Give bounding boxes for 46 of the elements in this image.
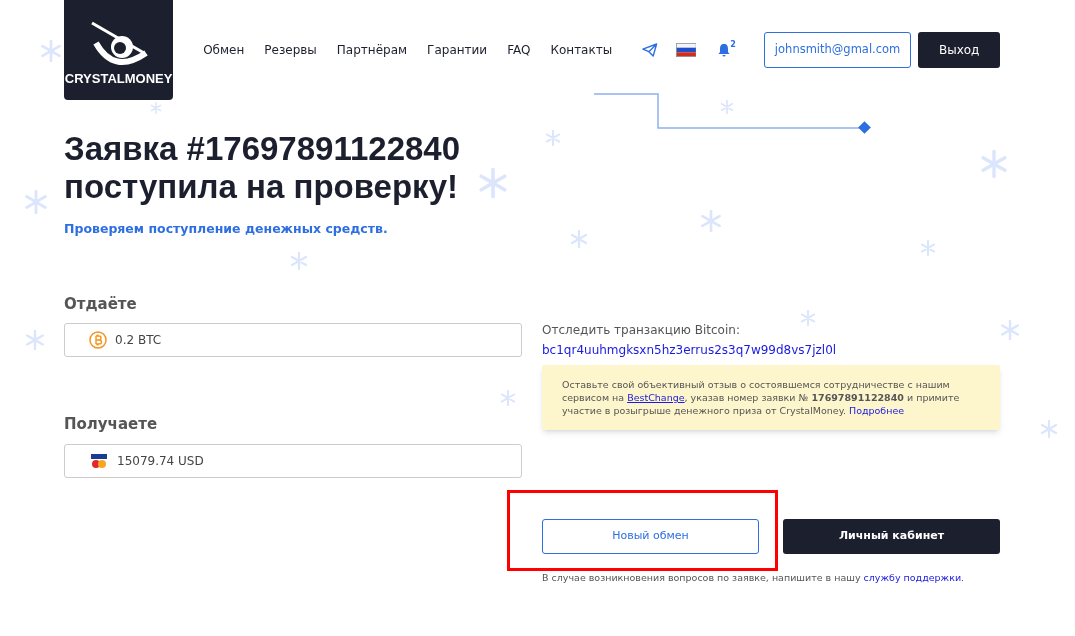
snowflake-icon xyxy=(1040,420,1058,438)
snowflake-icon xyxy=(545,130,561,146)
nav-link[interactable]: Гарантии xyxy=(427,41,488,59)
review-notice-text: Оставьте свой объективный отзыв о состоявшемся сотрудничестве с нашим сервисом на BestChange, указав номер заявки № 17697891122840 и примите участие в розыгрыше денежного приза от CrystalMoney. Подробнее xyxy=(562,377,961,417)
support-note: В случае возникновения вопросов по заявке, напишите в нашу службу поддержки. xyxy=(542,570,966,585)
nav-link[interactable]: Резервы xyxy=(264,41,317,59)
logout-button[interactable]: Выход xyxy=(918,32,1000,68)
payment-cards-icon xyxy=(89,452,109,469)
nav-link[interactable]: Контакты xyxy=(550,41,613,59)
status-subtitle: Проверяем поступление денежных средств. xyxy=(64,220,388,238)
snowflake-icon xyxy=(980,150,1008,178)
text-link[interactable]: Подробнее xyxy=(849,404,905,416)
new-exchange-button[interactable]: Новый обмен xyxy=(542,518,759,554)
snowflake-icon xyxy=(700,210,722,232)
nav-link[interactable]: Партнёрам xyxy=(336,41,408,59)
text-link[interactable]: BestChange xyxy=(627,391,685,403)
page-title: Заявка #17697891122840 поступила на проверку! xyxy=(64,130,461,206)
logo-text: CRYSTALMONEY xyxy=(64,69,173,88)
snowflake-icon xyxy=(920,240,936,256)
track-label: Отследить транзакцию Bitcoin: xyxy=(542,321,741,339)
snowflake-icon xyxy=(25,330,45,350)
receive-label: Получаете xyxy=(64,414,159,436)
paper-plane-icon[interactable] xyxy=(642,42,658,58)
nav-link[interactable]: Обмен xyxy=(203,41,245,59)
give-label: Отдаёте xyxy=(64,293,138,315)
snowflake-icon xyxy=(40,40,62,62)
snowflake-icon xyxy=(150,102,162,114)
snowflake-icon xyxy=(500,390,516,406)
site-logo[interactable]: CRYSTALMONEY xyxy=(64,0,174,100)
snowflake-icon xyxy=(1000,320,1020,340)
personal-account-button[interactable]: Личный кабинет xyxy=(783,518,1000,554)
snowflake-icon xyxy=(24,190,48,214)
receive-amount-field: 15079.74 USD xyxy=(64,443,522,478)
russian-flag-icon[interactable] xyxy=(675,42,697,58)
give-amount-field: 0.2 BTC xyxy=(64,323,522,358)
snowflake-icon xyxy=(570,230,588,248)
bell-icon[interactable] xyxy=(718,43,731,57)
transaction-address-link[interactable]: bc1qr4uuhmgksxn5hz3errus2s3q7w99d8vs7jzl0l xyxy=(542,340,837,359)
snowflake-icon xyxy=(290,252,308,270)
user-email-field[interactable]: johnsmith@gmal.com xyxy=(763,32,912,68)
notification-count: 2 xyxy=(730,39,736,51)
snowflake-icon xyxy=(478,168,508,198)
nav-link[interactable]: FAQ xyxy=(507,41,531,59)
snowflake-icon xyxy=(720,100,734,114)
snowflake-icon xyxy=(800,310,816,326)
bitcoin-icon xyxy=(89,331,107,350)
